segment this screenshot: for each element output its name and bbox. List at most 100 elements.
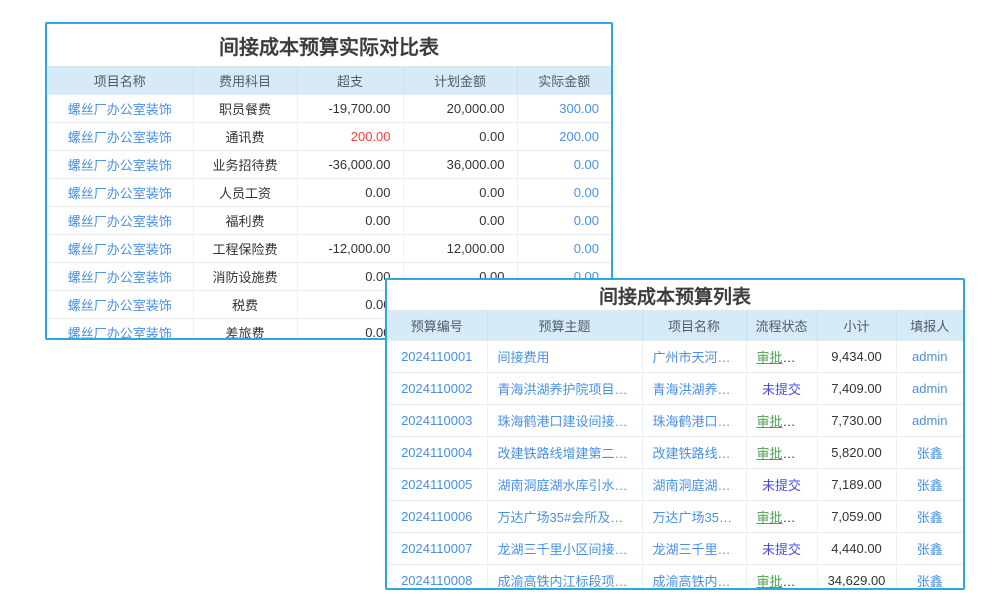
subject-link[interactable]: 珠海鹤港口建设间接成本...: [487, 405, 642, 437]
project-link[interactable]: 青海洪湖养护院...: [642, 373, 746, 405]
col-header-project: 项目名称: [47, 66, 193, 95]
table-row: 螺丝厂办公室装饰 工程保险费 -12,000.00 12,000.00 0.00: [47, 235, 611, 263]
table-row: 2024110001 间接费用 广州市天河区统... 审批通过 9,434.00…: [387, 341, 963, 373]
project-link[interactable]: 螺丝厂办公室装饰: [47, 319, 193, 341]
subtotal-cell: 7,409.00: [817, 373, 896, 405]
table-row: 螺丝厂办公室装饰 人员工资 0.00 0.00 0.00: [47, 179, 611, 207]
table-row: 螺丝厂办公室装饰 职员餐费 -19,700.00 20,000.00 300.0…: [47, 95, 611, 123]
category-cell: 人员工资: [193, 179, 297, 207]
reporter-link[interactable]: admin: [896, 341, 963, 373]
status-link[interactable]: 审批通过: [757, 574, 809, 589]
reporter-link[interactable]: 张鑫: [896, 469, 963, 501]
status-link[interactable]: 未提交: [762, 382, 801, 397]
project-link[interactable]: 万达广场35#会...: [642, 501, 746, 533]
actual-cell[interactable]: 0.00: [517, 179, 611, 207]
reporter-link[interactable]: 张鑫: [896, 437, 963, 469]
budget-list-header-row: 预算编号 预算主题 项目名称 流程状态 小计 填报人: [387, 310, 963, 341]
subject-link[interactable]: 龙湖三千里小区间接成本...: [487, 533, 642, 565]
project-link[interactable]: 螺丝厂办公室装饰: [47, 235, 193, 263]
budget-no-link[interactable]: 2024110006: [387, 501, 487, 533]
reporter-link[interactable]: admin: [896, 405, 963, 437]
budget-no-link[interactable]: 2024110003: [387, 405, 487, 437]
status-link[interactable]: 审批通过: [757, 414, 809, 429]
table-row: 螺丝厂办公室装饰 通讯费 200.00 0.00 200.00: [47, 123, 611, 151]
overspend-value: 0.00: [365, 213, 390, 228]
overspend-cell: 0.00: [297, 207, 403, 235]
category-cell: 税费: [193, 291, 297, 319]
status-link[interactable]: 未提交: [762, 478, 801, 493]
col-header-actual: 实际金额: [517, 66, 611, 95]
status-link[interactable]: 审批通过: [757, 446, 809, 461]
status-link[interactable]: 审批通过: [757, 510, 809, 525]
overspend-cell: 0.00: [297, 179, 403, 207]
subject-link[interactable]: 湖南洞庭湖水库引水工程...: [487, 469, 642, 501]
planned-cell: 36,000.00: [403, 151, 517, 179]
overspend-value: -36,000.00: [328, 157, 390, 172]
actual-cell[interactable]: 200.00: [517, 123, 611, 151]
col-header-status: 流程状态: [746, 310, 817, 341]
col-header-subject: 预算主题: [487, 310, 642, 341]
reporter-link[interactable]: 张鑫: [896, 533, 963, 565]
project-link[interactable]: 广州市天河区统...: [642, 341, 746, 373]
col-header-planned: 计划金额: [403, 66, 517, 95]
col-header-budget-no: 预算编号: [387, 310, 487, 341]
actual-cell[interactable]: 300.00: [517, 95, 611, 123]
status-cell: 审批通过: [746, 341, 817, 373]
budget-no-link[interactable]: 2024110004: [387, 437, 487, 469]
project-link[interactable]: 螺丝厂办公室装饰: [47, 179, 193, 207]
col-header-reporter: 填报人: [896, 310, 963, 341]
project-link[interactable]: 螺丝厂办公室装饰: [47, 207, 193, 235]
subject-link[interactable]: 万达广场35#会所及咖啡...: [487, 501, 642, 533]
subject-link[interactable]: 青海洪湖养护院项目间接...: [487, 373, 642, 405]
col-header-category: 费用科目: [193, 66, 297, 95]
project-link[interactable]: 珠海鹤港口建设: [642, 405, 746, 437]
comparison-panel-title: 间接成本预算实际对比表: [47, 24, 611, 66]
actual-cell[interactable]: 0.00: [517, 207, 611, 235]
status-cell: 未提交: [746, 373, 817, 405]
table-row: 2024110003 珠海鹤港口建设间接成本... 珠海鹤港口建设 审批通过 7…: [387, 405, 963, 437]
project-link[interactable]: 螺丝厂办公室装饰: [47, 151, 193, 179]
status-link[interactable]: 未提交: [762, 542, 801, 557]
category-cell: 差旅费: [193, 319, 297, 341]
col-header-overspend: 超支: [297, 66, 403, 95]
project-link[interactable]: 螺丝厂办公室装饰: [47, 263, 193, 291]
table-row: 2024110005 湖南洞庭湖水库引水工程... 湖南洞庭湖水库... 未提交…: [387, 469, 963, 501]
table-row: 螺丝厂办公室装饰 业务招待费 -36,000.00 36,000.00 0.00: [47, 151, 611, 179]
project-link[interactable]: 改建铁路线增建...: [642, 437, 746, 469]
project-link[interactable]: 龙湖三千里小区: [642, 533, 746, 565]
status-link[interactable]: 审批通过: [757, 350, 809, 365]
project-link[interactable]: 螺丝厂办公室装饰: [47, 95, 193, 123]
table-row: 2024110002 青海洪湖养护院项目间接... 青海洪湖养护院... 未提交…: [387, 373, 963, 405]
budget-list-panel: 间接成本预算列表 预算编号 预算主题 项目名称 流程状态 小计 填报人 2024…: [385, 278, 965, 590]
subject-link[interactable]: 间接费用: [487, 341, 642, 373]
status-cell: 审批通过: [746, 437, 817, 469]
planned-cell: 12,000.00: [403, 235, 517, 263]
project-link[interactable]: 成渝高铁内江标...: [642, 565, 746, 591]
reporter-link[interactable]: admin: [896, 373, 963, 405]
actual-cell[interactable]: 0.00: [517, 235, 611, 263]
table-row: 2024110006 万达广场35#会所及咖啡... 万达广场35#会... 审…: [387, 501, 963, 533]
subject-link[interactable]: 成渝高铁内江标段项目预...: [487, 565, 642, 591]
category-cell: 福利费: [193, 207, 297, 235]
budget-no-link[interactable]: 2024110007: [387, 533, 487, 565]
actual-cell[interactable]: 0.00: [517, 151, 611, 179]
planned-cell: 0.00: [403, 123, 517, 151]
table-row: 2024110004 改建铁路线增建第二线直... 改建铁路线增建... 审批通…: [387, 437, 963, 469]
overspend-value: -12,000.00: [328, 241, 390, 256]
budget-list-table: 预算编号 预算主题 项目名称 流程状态 小计 填报人 2024110001 间接…: [387, 310, 963, 590]
subtotal-cell: 34,629.00: [817, 565, 896, 591]
overspend-value: 200.00: [351, 129, 391, 144]
col-header-subtotal: 小计: [817, 310, 896, 341]
table-row: 2024110007 龙湖三千里小区间接成本... 龙湖三千里小区 未提交 4,…: [387, 533, 963, 565]
project-link[interactable]: 螺丝厂办公室装饰: [47, 291, 193, 319]
budget-no-link[interactable]: 2024110005: [387, 469, 487, 501]
project-link[interactable]: 螺丝厂办公室装饰: [47, 123, 193, 151]
subject-link[interactable]: 改建铁路线增建第二线直...: [487, 437, 642, 469]
budget-no-link[interactable]: 2024110008: [387, 565, 487, 591]
budget-no-link[interactable]: 2024110001: [387, 341, 487, 373]
budget-no-link[interactable]: 2024110002: [387, 373, 487, 405]
reporter-link[interactable]: 张鑫: [896, 565, 963, 591]
overspend-cell: 200.00: [297, 123, 403, 151]
project-link[interactable]: 湖南洞庭湖水库...: [642, 469, 746, 501]
reporter-link[interactable]: 张鑫: [896, 501, 963, 533]
